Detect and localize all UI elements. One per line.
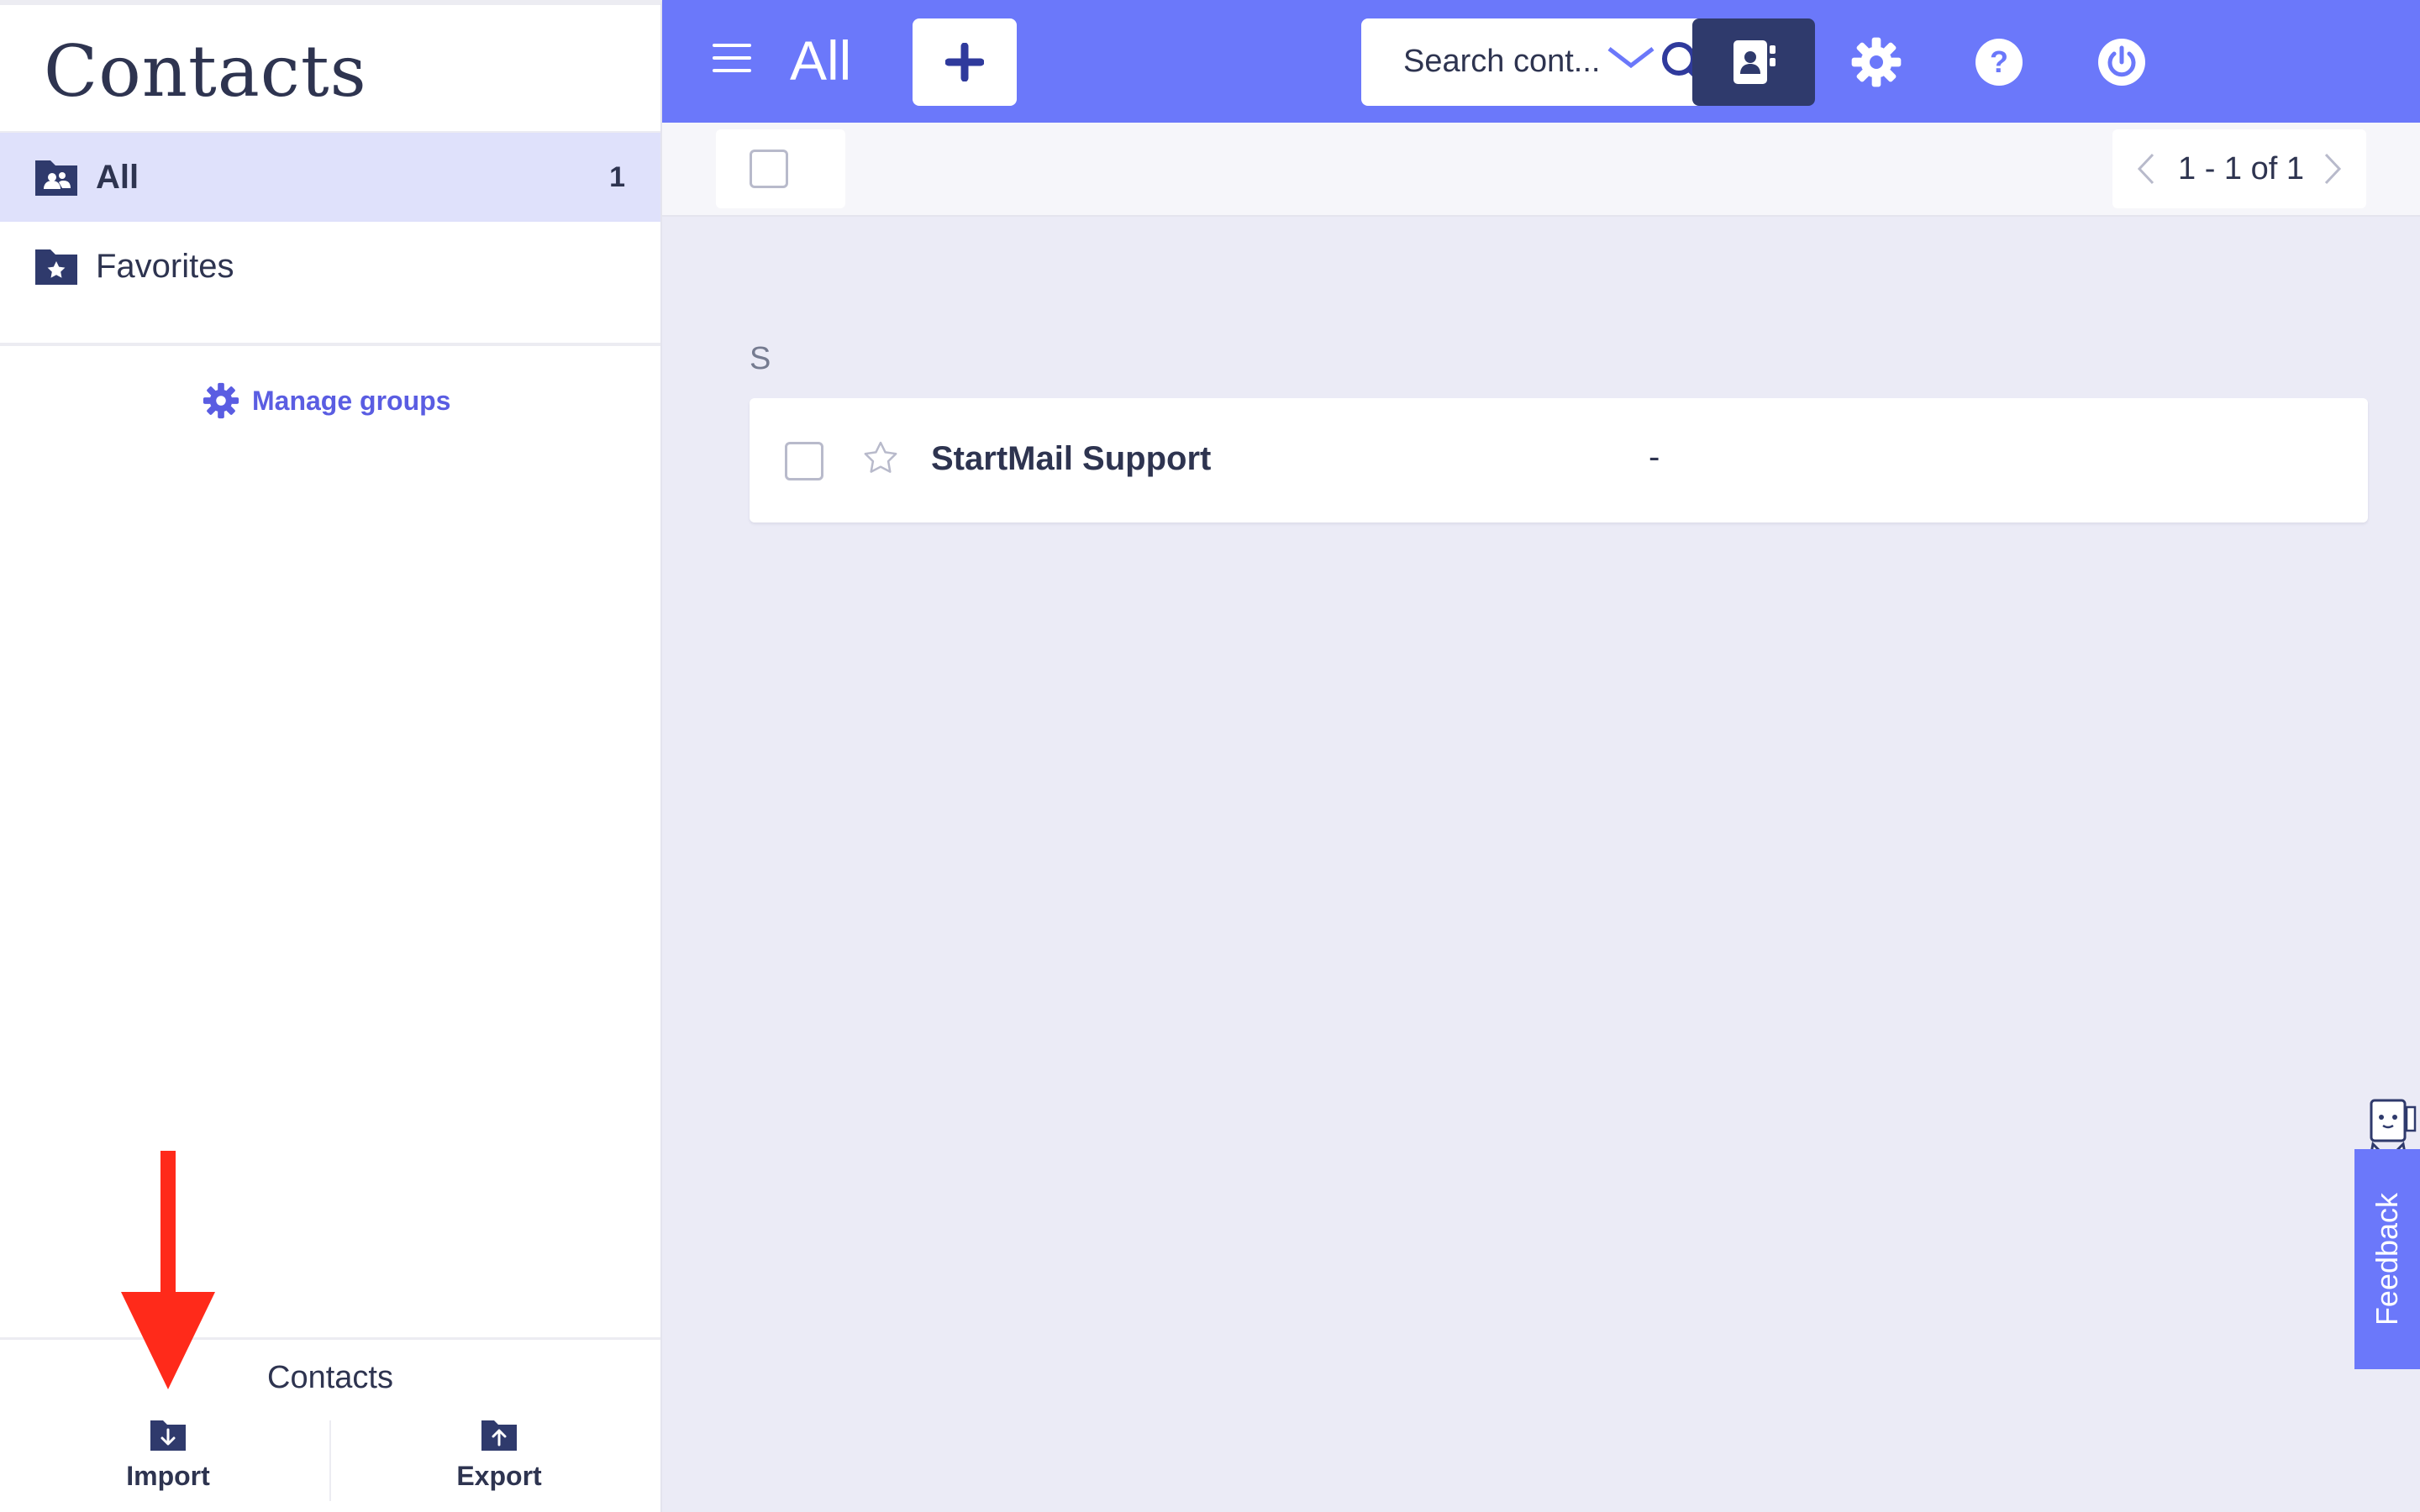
feedback-label-wrapper: Feedback bbox=[2354, 1149, 2420, 1369]
feedback-label: Feedback bbox=[2370, 1192, 2405, 1326]
gear-icon bbox=[203, 382, 239, 419]
export-label: Export bbox=[456, 1461, 542, 1491]
menu-icon[interactable] bbox=[713, 44, 751, 77]
contact-name: StartMail Support bbox=[931, 440, 1212, 477]
contact-email: - bbox=[1649, 438, 1660, 475]
contacts-card-icon bbox=[1733, 40, 1776, 84]
list-toolbar: 1 - 1 of 1 bbox=[662, 123, 2420, 217]
star-folder-icon bbox=[35, 249, 77, 285]
count-badge: 1 bbox=[609, 160, 625, 193]
import-button[interactable]: Import bbox=[59, 1417, 277, 1501]
app-title: Contacts bbox=[44, 30, 367, 113]
sidebar-item-all[interactable]: All 1 bbox=[0, 133, 660, 222]
manage-groups-label: Manage groups bbox=[252, 385, 451, 416]
row-checkbox[interactable] bbox=[785, 442, 823, 480]
import-folder-icon bbox=[150, 1420, 186, 1451]
logout-button[interactable] bbox=[2060, 18, 2183, 106]
contacts-app-button[interactable] bbox=[1692, 18, 1815, 106]
sidebar-item-label: All bbox=[96, 158, 139, 196]
chevron-right-icon[interactable] bbox=[2321, 151, 2346, 186]
sidebar-item-label: Favorites bbox=[96, 247, 234, 285]
top-header: All Search cont... ? bbox=[662, 0, 2420, 123]
divider bbox=[329, 1420, 331, 1501]
power-icon bbox=[2098, 39, 2145, 86]
add-contact-button[interactable] bbox=[913, 18, 1017, 106]
sidebar-footer: Contacts Import Export bbox=[0, 1337, 660, 1512]
footer-title: Contacts bbox=[267, 1360, 393, 1395]
pagination: 1 - 1 of 1 bbox=[2112, 129, 2366, 208]
import-label: Import bbox=[126, 1461, 210, 1491]
annotation-arrow bbox=[121, 1151, 215, 1389]
divider bbox=[0, 343, 660, 346]
help-button[interactable]: ? bbox=[1938, 18, 2060, 106]
export-folder-icon bbox=[481, 1420, 517, 1451]
mail-button[interactable] bbox=[1570, 18, 1692, 106]
manage-groups-link[interactable]: Manage groups bbox=[202, 380, 450, 422]
svg-text:?: ? bbox=[1990, 45, 2008, 79]
select-all-checkbox[interactable] bbox=[750, 150, 788, 188]
plus-icon bbox=[945, 43, 984, 81]
mail-icon bbox=[1607, 45, 1655, 79]
contacts-folder-icon bbox=[35, 160, 77, 196]
star-icon[interactable] bbox=[860, 438, 901, 479]
settings-button[interactable] bbox=[1815, 18, 1938, 106]
gear-icon bbox=[1851, 37, 1902, 87]
feedback-tab[interactable]: Feedback bbox=[2354, 1095, 2420, 1369]
sidebar-item-favorites[interactable]: Favorites bbox=[0, 222, 660, 311]
help-icon: ? bbox=[1975, 39, 2023, 86]
list-item[interactable]: StartMail Support - bbox=[750, 398, 2368, 522]
section-letter: S bbox=[750, 341, 771, 376]
export-button[interactable]: Export bbox=[390, 1417, 608, 1501]
select-all-container bbox=[716, 129, 845, 208]
chevron-left-icon[interactable] bbox=[2133, 151, 2158, 186]
page-title: All bbox=[790, 29, 852, 92]
pagination-text: 1 - 1 of 1 bbox=[2178, 151, 2304, 186]
sidebar: Contacts All 1 Favorites Manage groups C… bbox=[0, 0, 662, 1512]
